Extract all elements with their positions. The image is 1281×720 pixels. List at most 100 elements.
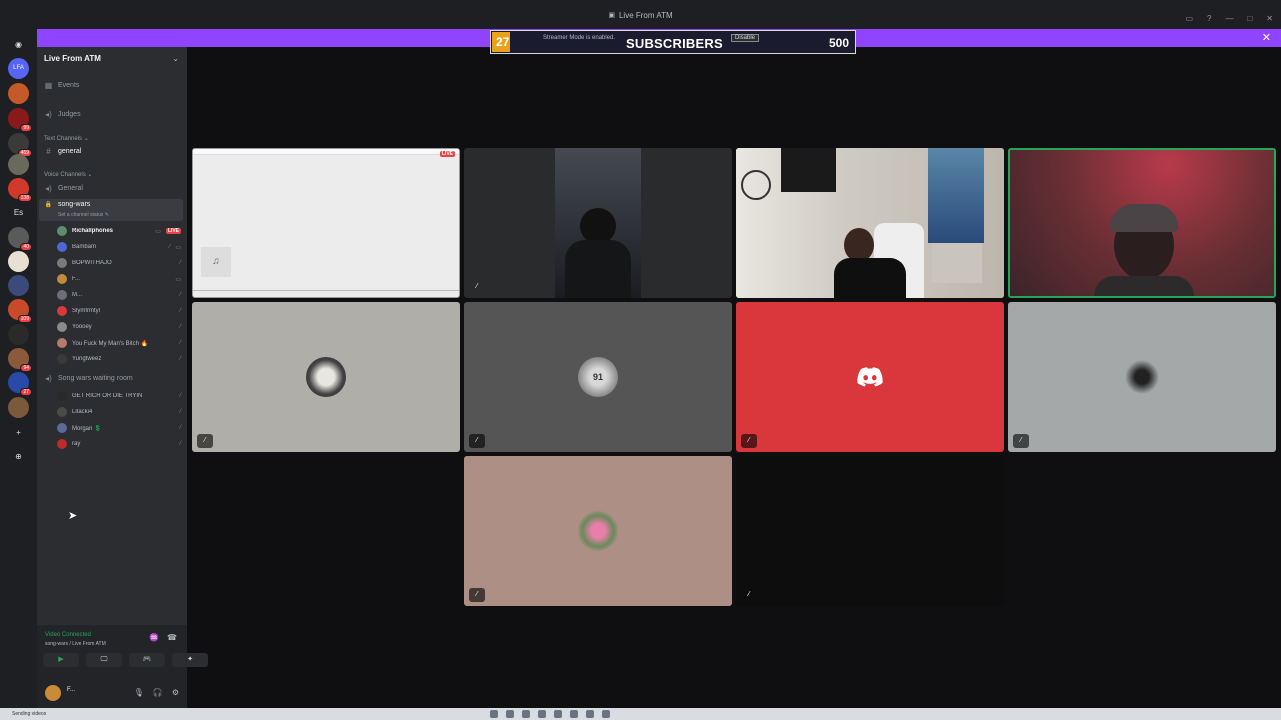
tile-avatar-dark[interactable]: 91 ⁄ xyxy=(464,302,732,452)
server-icon-7[interactable] xyxy=(8,251,29,272)
os-taskbar: Sending videos xyxy=(0,708,1281,720)
maximize-button[interactable]: □ xyxy=(1247,14,1252,23)
server-icon-1[interactable] xyxy=(8,83,29,104)
hash-icon: # xyxy=(46,147,51,156)
help-icon[interactable]: ? xyxy=(1207,14,1211,23)
chevron-down-icon[interactable]: ⌄ xyxy=(172,54,179,63)
server-icon-13[interactable] xyxy=(8,397,29,418)
headphones-icon[interactable]: 🎧 xyxy=(153,688,163,697)
tile-speaking-camera[interactable] xyxy=(1008,148,1276,298)
voice-user[interactable]: F... ▭ xyxy=(57,274,181,284)
category-text-channels[interactable]: Text Channels ⌄ xyxy=(44,135,89,142)
settings-icon[interactable]: ⚙ xyxy=(172,688,179,697)
voice-user[interactable]: GET RICH OR DIE TRYIN ⁄ xyxy=(57,391,181,401)
discord-logo-icon xyxy=(857,367,883,387)
server-name[interactable]: Live From ATM xyxy=(44,54,101,63)
screen-share-button[interactable]: 🖵 xyxy=(86,653,122,667)
disconnect-icon[interactable]: ☎ xyxy=(167,633,177,642)
add-server-icon[interactable]: + xyxy=(8,422,29,443)
username[interactable]: F... xyxy=(67,687,75,693)
channel-status[interactable]: Set a channel status ✎ xyxy=(58,212,109,218)
voice-user[interactable]: Litacki4 ⁄ xyxy=(57,407,181,417)
tile-avatar-silver[interactable]: ⁄ xyxy=(1008,302,1276,452)
server-icon-12[interactable]: 27 xyxy=(8,372,32,396)
app-icon[interactable] xyxy=(570,710,578,718)
mic-muted-icon: ⁄ xyxy=(469,588,485,602)
category-voice-channels[interactable]: Voice Channels ⌄ xyxy=(44,171,92,178)
server-lfa[interactable]: LFA xyxy=(8,58,29,79)
tile-discord-default[interactable]: ⁄ xyxy=(736,302,1004,452)
tile-empty[interactable]: ⁄ xyxy=(736,456,1004,606)
tile-avatar-pink[interactable]: ⁄ xyxy=(464,456,732,606)
tile-dark-camera[interactable]: ⁄ xyxy=(464,148,732,298)
close-button[interactable]: ✕ xyxy=(1266,14,1273,23)
mic-muted-icon: ⁄ xyxy=(179,356,181,362)
voice-user[interactable]: ray ⁄ xyxy=(57,439,181,449)
tile-room-camera[interactable] xyxy=(736,148,1004,298)
voice-user[interactable]: Yungtweez ⁄ xyxy=(57,354,181,364)
channel-general-voice[interactable]: ◂) General xyxy=(44,184,83,193)
voice-user[interactable]: Yoooey ⁄ xyxy=(57,322,181,332)
banner-close-icon[interactable]: ✕ xyxy=(1262,31,1271,44)
app-icon[interactable] xyxy=(586,710,594,718)
mic-muted-icon: ⁄ xyxy=(179,292,181,298)
avatar[interactable] xyxy=(45,685,61,701)
app-icon[interactable] xyxy=(602,710,610,718)
server-es[interactable]: Es xyxy=(8,202,29,223)
mic-muted-icon: ⁄ xyxy=(741,434,757,448)
activity-button[interactable]: 🎮 xyxy=(129,653,165,667)
voice-user[interactable]: Bambam ⁄ ▭ xyxy=(57,242,181,252)
avatar xyxy=(57,423,67,433)
server-icon-11[interactable]: 94 xyxy=(8,348,32,372)
soundboard-button[interactable]: ✦ xyxy=(172,653,208,667)
camera-button[interactable]: ▶ xyxy=(43,653,79,667)
avatar xyxy=(578,511,618,551)
avatar xyxy=(57,306,67,316)
app-icon[interactable] xyxy=(538,710,546,718)
recording-status: Sending videos xyxy=(12,711,47,717)
server-icon-3[interactable]: 469 xyxy=(8,133,32,157)
channel-events[interactable]: ▦ Events xyxy=(44,81,80,90)
server-icon-10[interactable] xyxy=(8,324,29,345)
voice-user[interactable]: Morgan 💲 ⁄ xyxy=(57,423,181,433)
ring-light xyxy=(741,170,771,200)
voice-connected-status[interactable]: Video Connected xyxy=(45,632,91,638)
mic-muted-icon: ⁄ xyxy=(197,434,213,448)
voice-user[interactable]: M... ⁄ xyxy=(57,290,181,300)
channel-song-wars[interactable]: 🔒 song-wars xyxy=(44,201,91,208)
user-bar: F... 🎙 🎧 ⚙ xyxy=(37,678,187,708)
voice-user[interactable]: BOPWITHAJO ⁄ xyxy=(57,258,181,268)
mic-muted-icon: ⁄ xyxy=(179,409,181,415)
avatar xyxy=(57,258,67,268)
mic-muted-icon: ⁄ xyxy=(179,260,181,266)
channel-waiting-room[interactable]: ◂) Song wars waiting room xyxy=(44,374,133,383)
voice-user[interactable]: Slymfrmtyl ⁄ xyxy=(57,306,181,316)
app-icon[interactable] xyxy=(554,710,562,718)
discover-icon[interactable]: ⊕ xyxy=(8,446,29,467)
channel-judges[interactable]: ◂) Judges xyxy=(44,110,80,119)
noise-suppression-icon[interactable]: ♒ xyxy=(149,633,159,642)
mic-icon[interactable]: 🎙 xyxy=(134,688,144,697)
voice-location[interactable]: song-wars / Live From ATM xyxy=(45,641,106,647)
channel-general-text[interactable]: # general xyxy=(44,147,81,156)
tile-screen-share[interactable]: LIVE ♫ xyxy=(192,148,460,298)
voice-panel: Video Connected song-wars / Live From AT… xyxy=(37,625,208,708)
server-icon-9[interactable]: 109 xyxy=(8,299,32,323)
mic-muted-icon: ⁄ xyxy=(169,244,171,250)
home-icon[interactable]: ◉ xyxy=(8,34,29,55)
voice-user[interactable]: You Fuck My Man's Bitch 🔥 ⁄ xyxy=(57,338,181,348)
voice-user[interactable]: Richallphones ▭ LIVE xyxy=(57,226,181,236)
inbox-icon[interactable]: ▭ xyxy=(1185,14,1193,23)
server-icon-6[interactable]: 40 xyxy=(8,227,32,251)
minimize-button[interactable]: — xyxy=(1225,14,1233,23)
app-icon[interactable] xyxy=(506,710,514,718)
avatar xyxy=(1122,357,1162,397)
app-icon[interactable] xyxy=(522,710,530,718)
server-icon-5[interactable]: 138 xyxy=(8,178,32,202)
server-icon-4[interactable] xyxy=(8,154,29,175)
tile-avatar-gray[interactable]: ⁄ xyxy=(192,302,460,452)
app-icon[interactable] xyxy=(490,710,498,718)
server-icon-2[interactable]: 99 xyxy=(8,108,32,132)
server-icon-8[interactable] xyxy=(8,275,29,296)
disable-streamer-mode-button[interactable]: Disable xyxy=(731,34,760,42)
